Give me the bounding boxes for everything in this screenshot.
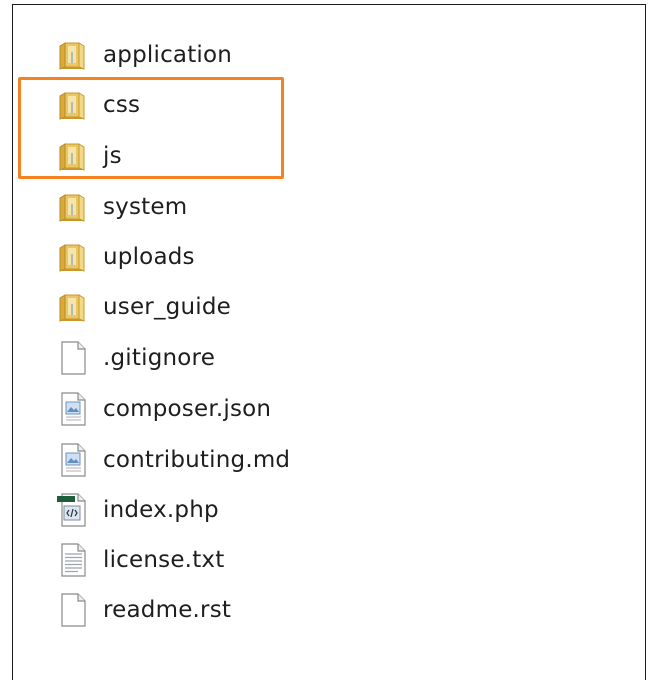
item-label: index.php [103, 497, 219, 523]
file-list: application css js system uploads user_g… [0, 0, 651, 673]
file-item-composer-json[interactable]: composer.json [56, 389, 271, 429]
item-label: readme.rst [103, 597, 232, 623]
folder-item-system[interactable]: system [56, 187, 187, 227]
folder-icon [56, 85, 92, 125]
document-file-icon [56, 440, 92, 480]
folder-icon [56, 187, 92, 227]
file-item-index-php[interactable]: index.php [56, 490, 219, 530]
item-label: license.txt [103, 547, 225, 573]
document-file-icon [56, 389, 92, 429]
folder-icon [56, 136, 92, 176]
folder-item-user-guide[interactable]: user_guide [56, 287, 231, 327]
file-item-contributing-md[interactable]: contributing.md [56, 440, 290, 480]
folder-icon [56, 35, 92, 75]
item-label: .gitignore [103, 345, 216, 371]
folder-icon [56, 287, 92, 327]
item-label: user_guide [103, 294, 231, 320]
blank-file-icon [56, 590, 92, 630]
item-label: contributing.md [103, 447, 291, 473]
text-file-icon [56, 540, 92, 580]
item-label: js [103, 143, 122, 169]
item-label: application [103, 42, 233, 68]
blank-file-icon [56, 338, 92, 378]
file-item-license-txt[interactable]: license.txt [56, 540, 224, 580]
folder-item-application[interactable]: application [56, 35, 232, 75]
item-label: uploads [103, 244, 195, 270]
php-file-icon [56, 490, 92, 530]
file-item-gitignore[interactable]: .gitignore [56, 338, 215, 378]
folder-icon [56, 237, 92, 277]
folder-item-css[interactable]: css [56, 85, 140, 125]
item-label: system [103, 194, 188, 220]
item-label: css [103, 92, 141, 118]
file-item-readme-rst[interactable]: readme.rst [56, 590, 231, 630]
folder-item-uploads[interactable]: uploads [56, 237, 195, 277]
folder-item-js[interactable]: js [56, 136, 122, 176]
item-label: composer.json [103, 396, 272, 422]
